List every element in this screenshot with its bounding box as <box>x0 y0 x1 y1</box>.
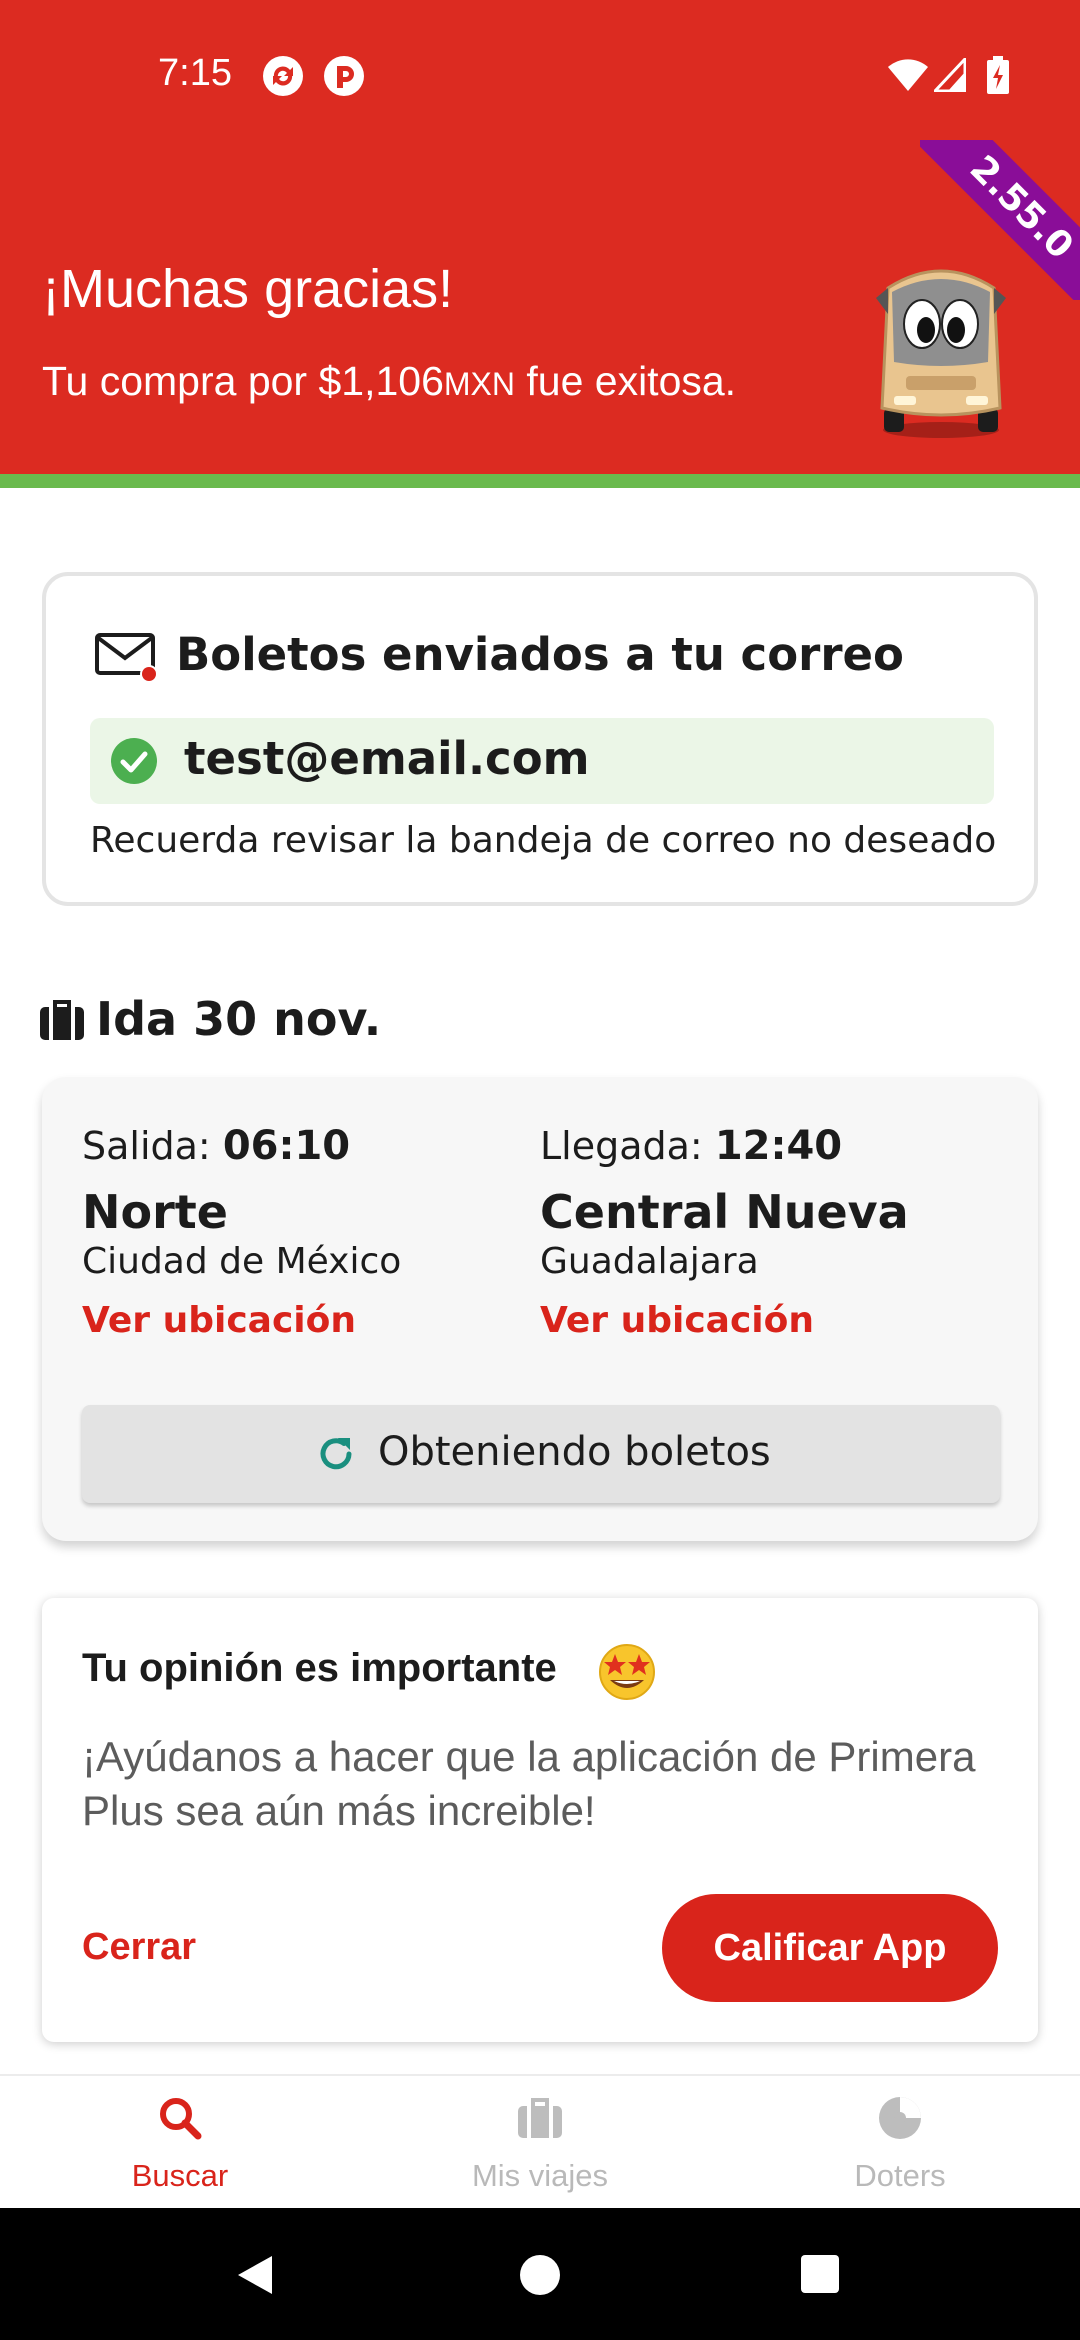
system-navigation-bar <box>0 2208 1080 2340</box>
arrival-location-link[interactable]: Ver ubicación <box>540 1300 980 1341</box>
trip-details-card: Salida: 06:10 Norte Ciudad de México Ver… <box>42 1077 1038 1541</box>
arrival-city: Guadalajara <box>540 1241 759 1282</box>
arrival-time: 12:40 <box>714 1123 843 1169</box>
status-bar: 7:15 <box>0 0 1080 150</box>
nav-label-mis-viajes: Mis viajes <box>471 2158 609 2193</box>
sync-app-icon <box>263 56 303 96</box>
departure-column: Salida: 06:10 Norte Ciudad de México Ver… <box>82 1123 522 1341</box>
check-circle-icon <box>111 738 157 784</box>
departure-city: Ciudad de México <box>82 1241 402 1282</box>
arrival-label: Llegada: <box>540 1124 715 1168</box>
thanks-title: ¡Muchas gracias! <box>42 259 454 319</box>
search-icon <box>160 2098 202 2140</box>
departure-time: 06:10 <box>222 1123 351 1169</box>
luggage-icon <box>518 2098 562 2138</box>
close-button[interactable]: Cerrar <box>82 1926 196 1969</box>
arrival-time-line: Llegada: 12:40 <box>540 1123 980 1169</box>
currency-label: MXN <box>443 366 515 402</box>
nav-label-buscar: Buscar <box>131 2158 229 2193</box>
rate-app-button[interactable]: Calificar App <box>662 1894 998 2002</box>
departure-label: Salida: <box>82 1124 223 1168</box>
signal-icon <box>934 58 966 92</box>
purchase-status-text: fue exitosa. <box>514 358 737 404</box>
star-struck-emoji-icon <box>599 1644 655 1700</box>
success-header: 7:15 2.55.0 ¡Muchas gracias! Tu compra p… <box>0 0 1080 474</box>
nav-item-doters[interactable]: Doters <box>720 2076 1080 2210</box>
trip-date-heading: Ida 30 nov. <box>96 992 382 1046</box>
feedback-message: ¡Ayúdanos a hacer que la aplicación de P… <box>82 1733 976 1834</box>
header-accent-stripe <box>0 474 1080 488</box>
departure-location-link[interactable]: Ver ubicación <box>82 1300 522 1341</box>
bus-mascot-image <box>876 269 1006 438</box>
nav-item-mis-viajes[interactable]: Mis viajes <box>360 2076 720 2210</box>
battery-charging-icon <box>987 56 1009 94</box>
luggage-icon <box>40 1000 84 1040</box>
arrival-terminal: Central Nueva <box>540 1185 909 1239</box>
bottom-navigation: Buscar Mis viajes Doters <box>0 2074 1080 2208</box>
email-confirmation-card: Boletos enviados a tu correo test@email.… <box>42 572 1038 906</box>
nav-label-doters: Doters <box>854 2158 946 2193</box>
get-tickets-label: Obteniendo boletos <box>378 1429 771 1475</box>
departure-terminal: Norte <box>82 1185 228 1239</box>
app-notification-icon <box>324 56 364 96</box>
recent-apps-icon[interactable] <box>800 2254 840 2294</box>
departure-time-line: Salida: 06:10 <box>82 1123 522 1169</box>
feedback-card: Tu opinión es importante ¡Ayúdanos a hac… <box>42 1598 1038 2042</box>
email-card-title: Boletos enviados a tu correo <box>176 628 904 681</box>
doters-icon <box>879 2097 921 2139</box>
spam-folder-hint: Recuerda revisar la bandeja de correo no… <box>90 820 997 861</box>
email-address: test@email.com <box>184 732 590 785</box>
status-time: 7:15 <box>158 52 232 94</box>
back-icon[interactable] <box>234 2254 274 2296</box>
email-address-box: test@email.com <box>90 718 994 804</box>
refresh-icon <box>320 1438 352 1470</box>
get-tickets-button[interactable]: Obteniendo boletos <box>82 1405 1000 1503</box>
email-notification-icon <box>95 633 158 683</box>
arrival-column: Llegada: 12:40 Central Nueva Guadalajara… <box>540 1123 980 1341</box>
feedback-title: Tu opinión es importante <box>82 1646 557 1690</box>
purchase-amount-text: Tu compra por $1,106 <box>42 358 444 404</box>
nav-item-buscar[interactable]: Buscar <box>0 2076 360 2210</box>
purchase-summary: Tu compra por $1,106MXN fue exitosa. <box>42 358 736 405</box>
home-icon[interactable] <box>519 2254 561 2296</box>
wifi-icon <box>888 59 928 91</box>
